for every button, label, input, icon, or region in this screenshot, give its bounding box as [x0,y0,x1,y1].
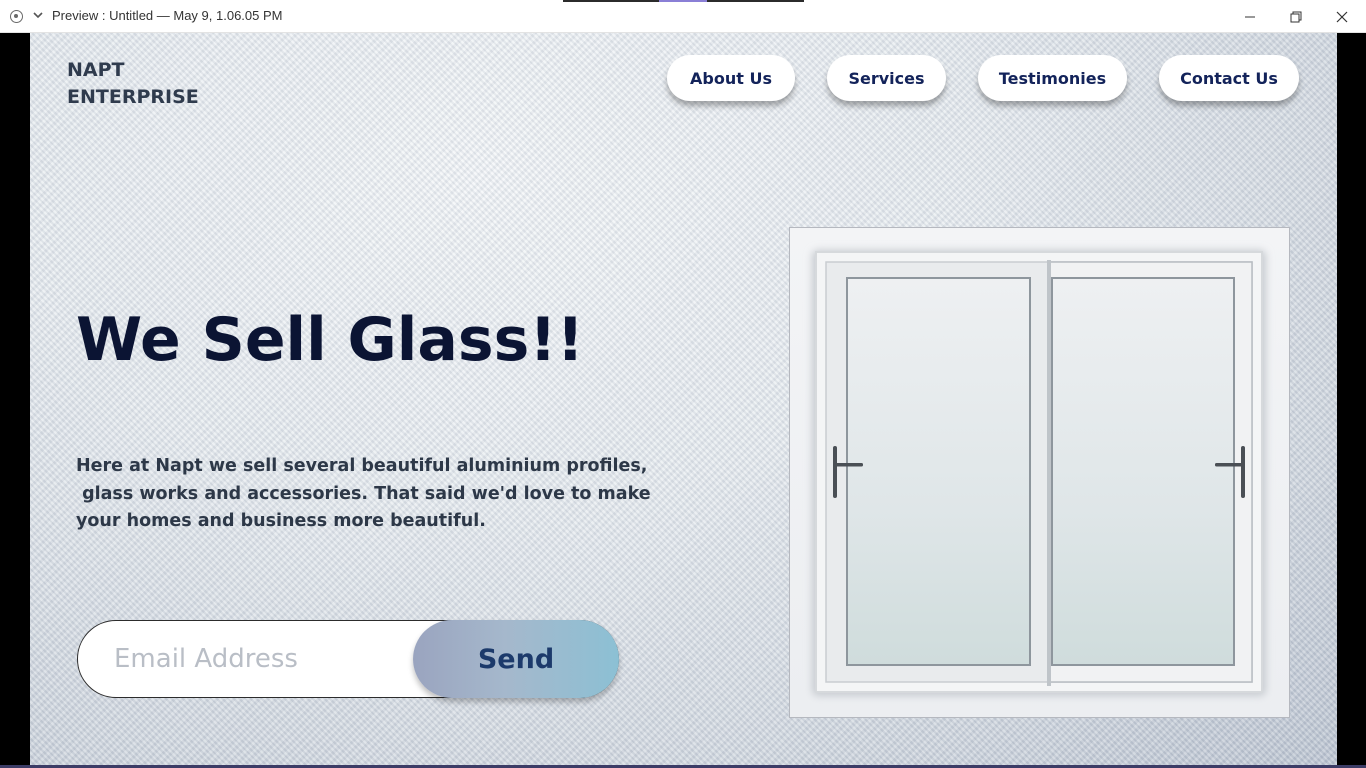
nav-testimonies-button[interactable]: Testimonies [978,55,1127,101]
email-signup-form: Send [77,620,619,698]
minimize-icon [1245,16,1255,17]
left-handle-lever [835,463,863,467]
hero-description-line: your homes and business more beautiful. [76,511,486,531]
hero-description: Here at Napt we sell several beautiful a… [76,453,651,536]
app-titlebar: Preview : Untitled — May 9, 1.06.05 PM [0,0,1366,33]
logo-line-2: ENTERPRISE [67,86,199,108]
left-glass-pane [846,277,1031,666]
nav-about-us-button[interactable]: About Us [667,55,795,101]
page-viewport: NAPT ENTERPRISE About Us Services Testim… [30,33,1337,765]
titlebar-drag-indicator [563,0,804,2]
nav-contact-us-button[interactable]: Contact Us [1159,55,1299,101]
nav-services-button[interactable]: Services [827,55,946,101]
record-icon[interactable] [10,10,23,23]
hero-title: We Sell Glass!! [76,305,585,375]
close-button[interactable] [1319,0,1365,33]
minimize-button[interactable] [1227,0,1273,33]
hero-description-line: Here at Napt we sell several beautiful a… [76,456,648,476]
sliding-window-image [789,227,1290,718]
right-handle-lever [1215,463,1243,467]
right-glass-pane [1051,277,1235,666]
logo-line-1: NAPT [67,59,125,81]
chevron-down-icon[interactable] [32,8,44,22]
restore-icon [1290,11,1302,22]
left-handle-icon [833,446,837,498]
center-meeting-rail [1047,260,1051,686]
send-button[interactable]: Send [413,620,619,698]
close-icon [1336,11,1348,22]
sliding-window-illustration [812,250,1266,696]
restore-button[interactable] [1273,0,1319,33]
right-handle-icon [1241,446,1245,498]
hero-description-line: glass works and accessories. That said w… [76,483,651,504]
site-logo[interactable]: NAPT ENTERPRISE [67,57,199,111]
window-title: Preview : Untitled — May 9, 1.06.05 PM [52,8,283,23]
